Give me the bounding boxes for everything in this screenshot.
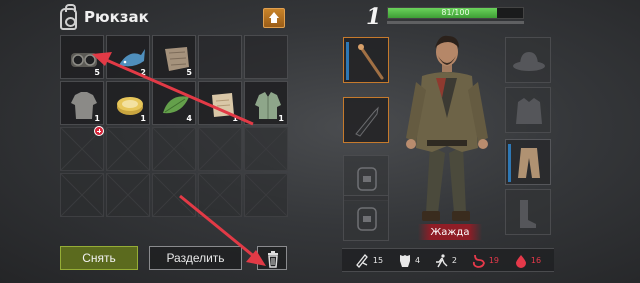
armor-icon [399,254,410,267]
stat-armor: 4 [397,253,420,268]
weapon-slot-secondary[interactable] [343,97,389,143]
xp-secondary-bar [387,21,524,24]
locked-backpack-icon [357,207,377,231]
water-drop-icon [515,254,526,268]
player-level: 1 [366,4,382,30]
durability-bar [346,42,349,80]
weapon-slot-primary[interactable] [343,37,389,83]
stat-value: 19 [488,255,500,265]
stat-value: 15 [372,255,384,265]
character-stats: 15 4 2 19 16 [342,248,554,272]
stat-melee: 15 [355,253,383,268]
melee-icon [356,253,368,268]
feet-slot[interactable] [505,189,551,235]
durability-bar [508,144,511,182]
arrow-to-trash [179,194,266,266]
status-thirst-label: Жажда [418,224,482,240]
locked-slot-2 [343,195,389,241]
stat-value: 16 [530,255,542,265]
body-slot[interactable] [505,87,551,133]
pants-icon [518,148,540,178]
boots-silhouette-icon [520,200,536,228]
stat-water-drop: 16 [513,253,541,268]
stomach-icon [472,254,485,268]
hat-silhouette-icon [513,52,545,71]
knife-icon [355,106,379,137]
stat-speed: 2 [434,253,457,268]
character-portrait [406,35,488,221]
arrow-to-first-item [92,52,254,126]
stat-value: 2 [451,255,457,265]
stat-value: 4 [414,255,421,265]
speed-icon [435,253,448,267]
wooden-stick-icon [358,44,384,80]
stat-stomach: 19 [471,253,499,268]
xp-bar: 81/100 [387,7,524,19]
xp-text: 81/100 [441,8,470,17]
jacket-silhouette-icon [516,98,542,124]
head-slot[interactable] [505,37,551,83]
legs-slot[interactable] [505,139,551,185]
